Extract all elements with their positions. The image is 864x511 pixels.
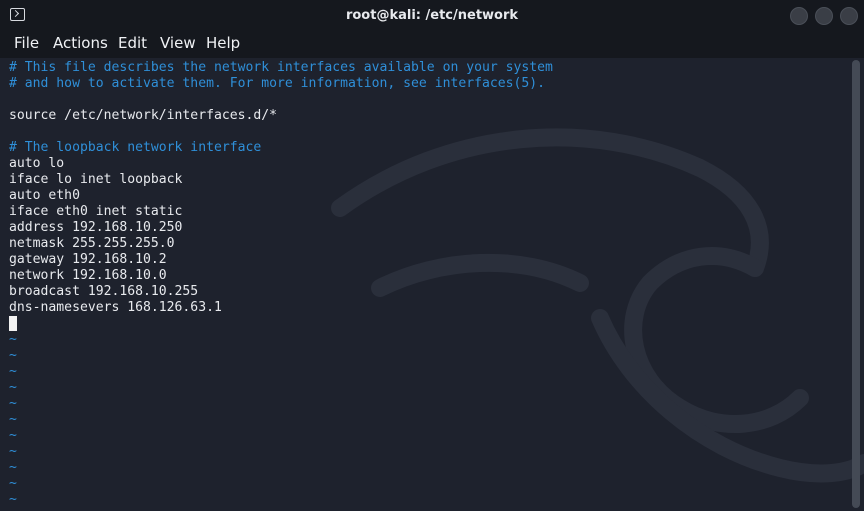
scrollbar-thumb[interactable] [852,60,860,508]
code-line: dns-namesevers 168.126.63.1 [9,300,222,315]
file-content[interactable]: # This file describes the network interf… [9,60,553,508]
code-line: gateway 192.168.10.2 [9,252,167,267]
menu-bar: File Actions Edit View Help [0,32,864,58]
empty-line-marker: ~ [9,492,17,507]
text-cursor [9,316,17,331]
empty-line-marker: ~ [9,476,17,491]
code-line: auto lo [9,156,65,171]
empty-line-marker: ~ [9,460,17,475]
window-title: root@kali: /etc/network [345,8,519,23]
code-line: broadcast 192.168.10.255 [9,284,199,299]
comment-line: # and how to activate them. For more inf… [9,76,546,91]
empty-line-marker: ~ [9,348,17,363]
menu-view[interactable]: View [160,34,196,52]
menu-file[interactable]: File [14,34,39,52]
close-button[interactable] [840,7,858,25]
empty-line-marker: ~ [9,332,17,347]
code-line: iface eth0 inet static [9,204,183,219]
code-line: iface lo inet loopback [9,172,183,187]
code-line: network 192.168.10.0 [9,268,167,283]
scrollbar[interactable] [852,60,860,510]
cursor-line [9,316,553,332]
minimize-button[interactable] [790,7,808,25]
code-line: netmask 255.255.255.0 [9,236,175,251]
maximize-button[interactable] [815,7,833,25]
empty-line-marker: ~ [9,396,17,411]
menu-edit[interactable]: Edit [118,34,147,52]
editor-area[interactable]: # This file describes the network interf… [0,58,864,511]
comment-line: # The loopback network interface [9,140,262,155]
comment-line: # This file describes the network interf… [9,60,553,75]
menu-actions[interactable]: Actions [53,34,108,52]
title-bar: root@kali: /etc/network [0,0,864,32]
code-line: auto eth0 [9,188,80,203]
empty-line-marker: ~ [9,444,17,459]
empty-line-marker: ~ [9,380,17,395]
menu-help[interactable]: Help [206,34,240,52]
code-line: address 192.168.10.250 [9,220,183,235]
empty-line-marker: ~ [9,364,17,379]
code-line: source /etc/network/interfaces.d/* [9,108,278,123]
empty-line-marker: ~ [9,428,17,443]
empty-line-marker: ~ [9,412,17,427]
